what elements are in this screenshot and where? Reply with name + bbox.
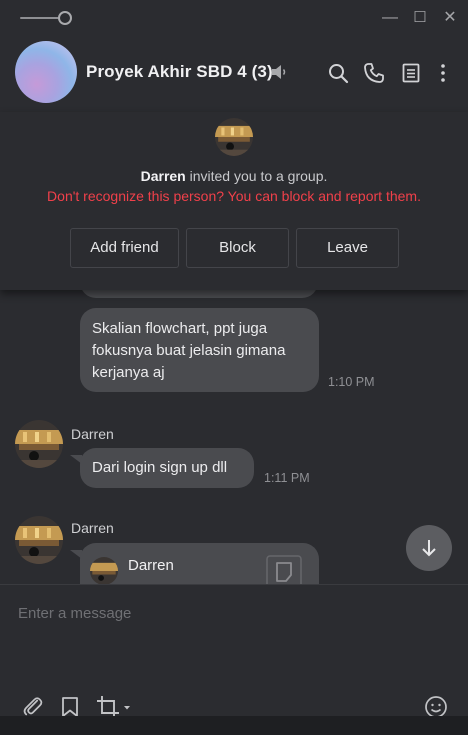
block-button[interactable]: Block bbox=[186, 228, 289, 268]
group-avatar[interactable] bbox=[15, 41, 77, 103]
search-icon[interactable] bbox=[327, 62, 349, 84]
message-composer bbox=[0, 584, 468, 735]
bottom-strip bbox=[0, 716, 468, 735]
sender-avatar[interactable] bbox=[15, 516, 63, 564]
invite-text: invited you to a group. bbox=[189, 168, 328, 184]
message-bubble[interactable]: Skalian flowchart, ppt juga fokusnya bua… bbox=[80, 308, 319, 392]
quoted-sender: Darren bbox=[128, 557, 174, 574]
more-icon[interactable] bbox=[432, 62, 454, 84]
maximize-button[interactable]: ☐ bbox=[410, 8, 430, 28]
dropdown-caret-icon[interactable] bbox=[123, 705, 131, 711]
opacity-slider-knob[interactable] bbox=[58, 11, 72, 25]
message-list[interactable]: Skalian flowchart, ppt juga fokusnya bua… bbox=[0, 290, 468, 584]
arrow-down-icon bbox=[422, 540, 436, 557]
speaker-icon bbox=[272, 65, 286, 79]
note-icon bbox=[266, 555, 302, 584]
sender-avatar[interactable] bbox=[15, 420, 63, 468]
add-friend-button[interactable]: Add friend bbox=[70, 228, 179, 268]
message-time: 1:10 PM bbox=[328, 375, 375, 389]
sender-name[interactable]: Darren bbox=[71, 426, 114, 442]
chat-header: Proyek Akhir SBD 4 (3) bbox=[0, 36, 468, 112]
reply-bubble[interactable]: Darren bbox=[80, 543, 319, 584]
inviter-name[interactable]: Darren bbox=[141, 168, 186, 184]
invite-message: Darren invited you to a group. bbox=[0, 168, 468, 184]
chat-window: — ☐ ✕ Proyek Akhir SBD 4 (3) Darren invi… bbox=[0, 0, 468, 735]
message-bubble-previous[interactable] bbox=[80, 290, 318, 298]
message-bubble[interactable]: Dari login sign up dll bbox=[80, 448, 254, 488]
notes-icon[interactable] bbox=[400, 62, 422, 84]
sender-name[interactable]: Darren bbox=[71, 520, 114, 536]
group-title[interactable]: Proyek Akhir SBD 4 (3) bbox=[86, 62, 273, 82]
group-invite-panel: Darren invited you to a group. Don't rec… bbox=[0, 112, 468, 290]
message-input[interactable] bbox=[18, 603, 448, 623]
invite-warning[interactable]: Don't recognize this person? You can blo… bbox=[0, 188, 468, 204]
leave-button[interactable]: Leave bbox=[296, 228, 399, 268]
close-button[interactable]: ✕ bbox=[440, 8, 460, 28]
phone-icon[interactable] bbox=[363, 62, 385, 84]
minimize-button[interactable]: — bbox=[380, 8, 400, 28]
scroll-to-bottom-button[interactable] bbox=[406, 525, 452, 571]
message-time: 1:11 PM bbox=[264, 471, 310, 485]
inviter-avatar[interactable] bbox=[215, 118, 253, 156]
quoted-avatar bbox=[90, 557, 118, 584]
title-bar: — ☐ ✕ bbox=[0, 0, 468, 36]
